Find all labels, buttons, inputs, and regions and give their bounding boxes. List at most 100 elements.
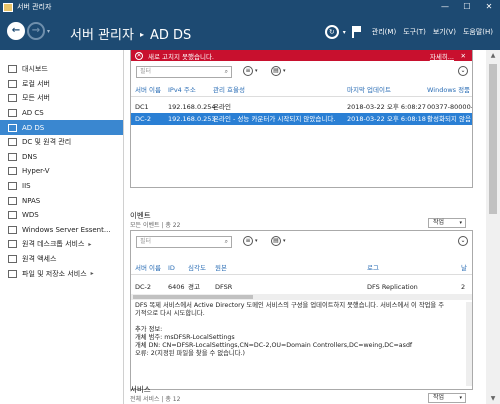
sidebar-item-dashboard[interactable]: 대시보드: [0, 62, 123, 77]
column-header[interactable]: Windows 정품 인증: [427, 83, 472, 97]
sidebar-item-label: 대시보드: [22, 65, 48, 74]
column-header[interactable]: 마지막 업데이트: [347, 83, 391, 97]
sidebar-item-iis[interactable]: IIS: [0, 179, 123, 194]
menu-help[interactable]: 도움말(H): [463, 27, 493, 37]
list-options-button[interactable]: ≡ ▾: [243, 66, 265, 78]
column-header[interactable]: 서버 이름: [135, 261, 161, 275]
minimize-button[interactable]: —: [434, 0, 456, 14]
column-header[interactable]: ID: [168, 261, 175, 275]
chevron-down-icon: ▾: [255, 238, 258, 244]
table-row[interactable]: DC1 192.168.0.254 온라인 2018-03-22 오후 6:08…: [131, 101, 472, 113]
sidebar-item-remote-access[interactable]: 원격 액세스: [0, 252, 123, 267]
scroll-down-icon[interactable]: ▼: [486, 395, 500, 402]
sidebar-item-all-servers[interactable]: 모든 서버: [0, 91, 123, 106]
chevron-down-icon: ▾: [283, 68, 286, 74]
chevron-down-icon: ▾: [283, 238, 286, 244]
servers-panel: ✕ 새로 고치지 못했습니다. 자세히... ✕ 필터 ⌕ ≡ ▾ ▤ ▾ ⌄ 서버 …: [130, 50, 473, 188]
main-scrollbar[interactable]: ▲ ▼: [486, 50, 500, 404]
sidebar-item-label: DNS: [22, 152, 38, 161]
filter-row: 필터 ⌕ ≡ ▾ ▤ ▾ ⌄: [131, 61, 472, 83]
sidebar: 대시보드 로컬 서버 모든 서버 AD CS AD DS DC 및 원격 관리 …: [0, 50, 124, 404]
collapse-icon[interactable]: ⌄: [458, 236, 468, 246]
menu-view[interactable]: 보기(V): [433, 27, 456, 37]
grid-header: 서버 이름 ID 심각도 원본 로그 날: [131, 261, 472, 275]
chevron-right-icon[interactable]: ▸: [88, 241, 91, 248]
column-header[interactable]: 관리 효율성: [213, 83, 245, 97]
list-icon: ≡: [243, 66, 253, 76]
sidebar-item-label: 원격 데스크톱 서비스: [22, 240, 85, 249]
query-options-button[interactable]: ▤ ▾: [271, 66, 293, 78]
filter-input[interactable]: 필터 ⌕: [136, 236, 232, 248]
chevron-down-icon: ▾: [255, 68, 258, 74]
column-header[interactable]: 원본: [215, 261, 227, 275]
horizontal-scrollbar[interactable]: [131, 294, 472, 300]
query-options-button[interactable]: ▤ ▾: [271, 236, 293, 248]
events-subtitle: 모든 이벤트 | 총 22: [130, 222, 181, 229]
role-icon: [8, 269, 17, 278]
error-text: 새로 고치지 못했습니다.: [148, 52, 214, 61]
servers-icon: [8, 94, 17, 103]
sidebar-item-wds[interactable]: WDS: [0, 208, 123, 223]
details-link[interactable]: 자세히...: [430, 51, 454, 61]
chevron-down-icon: ▾: [459, 395, 462, 401]
breadcrumb-current: AD DS: [149, 28, 192, 43]
detail-scrollbar[interactable]: [466, 302, 472, 386]
collapse-icon[interactable]: ⌄: [458, 66, 468, 76]
breadcrumb-separator-icon: ▸: [139, 30, 144, 39]
arrow-left-icon: ←: [11, 25, 21, 36]
menu-manage[interactable]: 관리(M): [372, 27, 396, 37]
search-icon: ⌕: [224, 68, 228, 75]
role-icon: [8, 255, 17, 264]
sidebar-item-label: 로컬 서버: [22, 79, 50, 88]
filter-row: 필터 ⌕ ≡ ▾ ▤ ▾ ⌄: [131, 231, 472, 253]
table-row[interactable]: DC-2 192.168.0.253 온라인 - 성능 카운터가 시작되지 않았…: [131, 113, 472, 125]
servers-grid: 서버 이름 IPv4 주소 관리 효율성 마지막 업데이트 Windows 정품…: [131, 83, 472, 125]
server-icon: [8, 79, 17, 88]
chevron-down-icon[interactable]: ▾: [343, 29, 346, 36]
sidebar-item-label: 모든 서버: [22, 94, 50, 103]
menu-tools[interactable]: 도구(T): [403, 27, 426, 37]
sidebar-item-label: DC 및 원격 관리: [22, 138, 72, 147]
header-bar: ← → ▾ 서버 관리자 ▸ AD DS ↻ ▾ 관리(M) 도구(T) 보기(V)…: [0, 14, 500, 50]
forward-button[interactable]: →: [27, 22, 45, 40]
sidebar-item-label: IIS: [22, 182, 31, 191]
sidebar-item-ad-ds[interactable]: AD DS: [0, 120, 123, 135]
list-options-button[interactable]: ≡ ▾: [243, 236, 265, 248]
column-header[interactable]: 심각도: [188, 261, 206, 275]
events-panel: 필터 ⌕ ≡ ▾ ▤ ▾ ⌄ 서버 이름 ID 심각도 원본 로그 날 DC-2 64…: [130, 230, 473, 390]
sidebar-item-dc-remote[interactable]: DC 및 원격 관리: [0, 135, 123, 150]
search-icon: ⌕: [224, 238, 228, 245]
column-header[interactable]: IPv4 주소: [168, 83, 196, 97]
back-button[interactable]: ←: [7, 22, 25, 40]
role-icon: [8, 152, 17, 161]
sidebar-item-dns[interactable]: DNS: [0, 150, 123, 165]
scroll-up-icon[interactable]: ▲: [486, 52, 500, 59]
sidebar-item-remote-desktop[interactable]: 원격 데스크톱 서비스 ▸: [0, 237, 123, 252]
role-icon: [8, 225, 17, 234]
error-banner: ✕ 새로 고치지 못했습니다. 자세히... ✕: [131, 50, 472, 61]
scroll-thumb[interactable]: [489, 64, 497, 214]
events-task-button[interactable]: 작업 ▾: [428, 218, 466, 228]
sidebar-item-npas[interactable]: NPAS: [0, 193, 123, 208]
role-icon: [8, 240, 17, 249]
breadcrumb-root: 서버 관리자: [70, 28, 134, 43]
chevron-right-icon[interactable]: ▸: [91, 270, 94, 277]
column-header[interactable]: 서버 이름: [135, 83, 161, 97]
sidebar-item-ad-cs[interactable]: AD CS: [0, 106, 123, 121]
chevron-down-icon: ▾: [459, 220, 462, 226]
maximize-button[interactable]: ☐: [456, 0, 478, 14]
column-header[interactable]: 로그: [367, 261, 379, 275]
services-task-button[interactable]: 작업 ▾: [428, 393, 466, 403]
sidebar-item-file-storage[interactable]: 파일 및 저장소 서비스 ▸: [0, 266, 123, 281]
history-dropdown[interactable]: ▾: [47, 28, 50, 35]
close-icon[interactable]: ✕: [461, 52, 466, 60]
sidebar-item-essentials[interactable]: Windows Server Essent...: [0, 223, 123, 238]
table-row[interactable]: DC-2 6406 경고 DFSR DFS Replication 2: [131, 281, 472, 293]
close-button[interactable]: ✕: [478, 0, 500, 14]
refresh-icon[interactable]: ↻: [324, 25, 339, 39]
filter-input[interactable]: 필터 ⌕: [136, 66, 232, 78]
notifications-flag-icon[interactable]: [351, 26, 362, 38]
sidebar-item-local-server[interactable]: 로컬 서버: [0, 77, 123, 92]
column-header[interactable]: 날: [461, 261, 467, 275]
sidebar-item-hyper-v[interactable]: Hyper-V: [0, 164, 123, 179]
